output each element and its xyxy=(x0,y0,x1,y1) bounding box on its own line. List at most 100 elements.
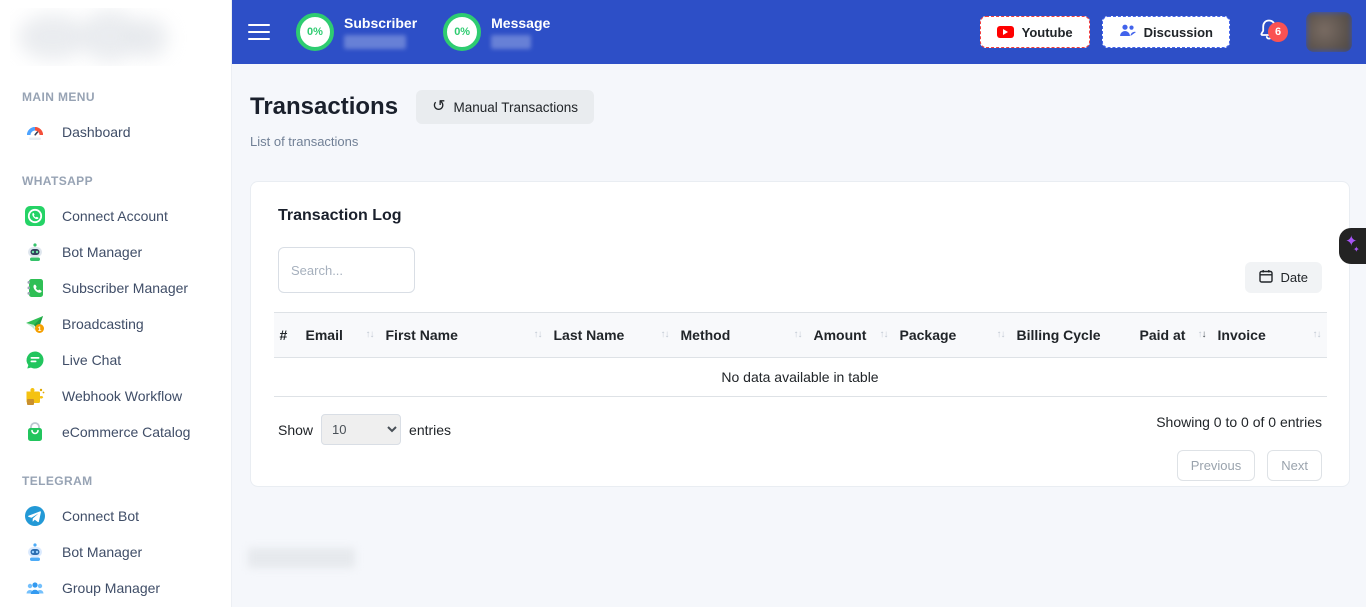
sidebar-item-group-manager[interactable]: Group Manager xyxy=(0,570,231,606)
entries-per-page-select[interactable]: 10 xyxy=(321,414,401,445)
date-button-label: Date xyxy=(1281,270,1308,285)
next-button[interactable]: Next xyxy=(1267,450,1322,481)
whatsapp-icon xyxy=(24,205,46,227)
telegram-icon xyxy=(24,505,46,527)
hamburger-menu-icon[interactable] xyxy=(248,19,270,45)
sidebar-item-label: Webhook Workflow xyxy=(62,388,182,404)
date-filter-button[interactable]: Date xyxy=(1245,262,1322,293)
search-input[interactable] xyxy=(278,247,415,293)
sort-icon-active: ↑↓ xyxy=(1198,329,1206,340)
sidebar-item-label: Dashboard xyxy=(62,124,131,140)
transaction-log-card: Transaction Log Date # Email↑↓ xyxy=(250,181,1350,487)
main-content: Transactions ↺ Manual Transactions List … xyxy=(232,64,1366,607)
sort-icon: ↑↓ xyxy=(997,329,1005,340)
sidebar-item-label: Bot Manager xyxy=(62,544,142,560)
subscriber-percent: 0% xyxy=(307,26,323,38)
group-icon xyxy=(24,577,46,599)
puzzle-icon xyxy=(24,385,46,407)
message-stat-value-blurred xyxy=(491,35,531,49)
message-progress-ring: 0% xyxy=(443,13,481,51)
column-header-index: # xyxy=(274,313,300,358)
contact-book-icon xyxy=(24,277,46,299)
sort-icon: ↑↓ xyxy=(661,329,669,340)
robot-icon-blue xyxy=(24,541,46,563)
top-header: 0% Subscriber 0% Message Youtube Discuss… xyxy=(232,0,1366,64)
calendar-icon xyxy=(1259,269,1273,286)
app-logo[interactable] xyxy=(10,8,221,66)
sparkle-small-icon: ✦ xyxy=(1353,245,1360,254)
message-percent: 0% xyxy=(454,26,470,38)
sidebar: MAIN MENU Dashboard WHATSAPP Connect Acc… xyxy=(0,0,232,607)
column-header-method[interactable]: Method↑↓ xyxy=(675,313,808,358)
subscriber-progress-ring: 0% xyxy=(296,13,334,51)
sidebar-item-bot-manager-whatsapp[interactable]: Bot Manager xyxy=(0,234,231,270)
empty-table-message: No data available in table xyxy=(274,358,1327,397)
sort-icon: ↑↓ xyxy=(534,329,542,340)
sidebar-item-label: Broadcasting xyxy=(62,316,144,332)
column-header-paid-at[interactable]: Paid at↑↓ xyxy=(1134,313,1212,358)
dashboard-gauge-icon xyxy=(24,121,46,143)
sidebar-item-label: Connect Account xyxy=(62,208,168,224)
robot-icon xyxy=(24,241,46,263)
shopping-bag-icon xyxy=(24,421,46,443)
sort-icon: ↑↓ xyxy=(1313,329,1321,340)
ai-assistant-button[interactable]: ✦ ✦ xyxy=(1339,228,1366,264)
section-label-whatsapp: WHATSAPP xyxy=(0,174,231,188)
discussion-button-label: Discussion xyxy=(1144,25,1213,40)
column-header-first-name[interactable]: First Name↑↓ xyxy=(380,313,548,358)
discussion-users-icon xyxy=(1119,24,1136,40)
column-header-billing-cycle[interactable]: Billing Cycle xyxy=(1011,313,1134,358)
page-subtitle: List of transactions xyxy=(250,134,1366,149)
sidebar-item-live-chat[interactable]: Live Chat xyxy=(0,342,231,378)
sidebar-item-label: Live Chat xyxy=(62,352,121,368)
card-title: Transaction Log xyxy=(278,207,1349,225)
message-stat-label: Message xyxy=(491,15,550,31)
transactions-table: # Email↑↓ First Name↑↓ Last Name↑↓ Metho… xyxy=(274,312,1327,397)
sidebar-item-broadcasting[interactable]: 1 Broadcasting xyxy=(0,306,231,342)
subscriber-stat-value-blurred xyxy=(344,35,406,49)
sidebar-item-connect-account[interactable]: Connect Account xyxy=(0,198,231,234)
sidebar-item-label: Group Manager xyxy=(62,580,160,596)
column-header-email[interactable]: Email↑↓ xyxy=(300,313,380,358)
youtube-button-label: Youtube xyxy=(1022,25,1073,40)
sidebar-item-ecommerce-catalog[interactable]: eCommerce Catalog xyxy=(0,414,231,450)
svg-text:1: 1 xyxy=(38,326,42,333)
sidebar-item-subscriber-manager[interactable]: Subscriber Manager xyxy=(0,270,231,306)
section-label-telegram: TELEGRAM xyxy=(0,474,231,488)
youtube-icon xyxy=(997,26,1014,38)
manual-transactions-label: Manual Transactions xyxy=(453,100,578,115)
sidebar-item-webhook-workflow[interactable]: Webhook Workflow xyxy=(0,378,231,414)
table-header-row: # Email↑↓ First Name↑↓ Last Name↑↓ Metho… xyxy=(274,313,1327,358)
footer-text-blurred xyxy=(248,548,355,568)
sidebar-item-dashboard[interactable]: Dashboard xyxy=(0,114,231,150)
sidebar-item-bot-manager-telegram[interactable]: Bot Manager xyxy=(0,534,231,570)
sort-icon: ↑↓ xyxy=(794,329,802,340)
showing-entries-text: Showing 0 to 0 of 0 entries xyxy=(1156,414,1322,430)
sort-icon: ↑↓ xyxy=(880,329,888,340)
discussion-button[interactable]: Discussion xyxy=(1102,16,1230,48)
sidebar-item-label: eCommerce Catalog xyxy=(62,424,190,440)
page-title: Transactions xyxy=(250,93,398,121)
message-stat: 0% Message xyxy=(443,13,550,51)
entries-label: entries xyxy=(409,422,451,438)
sidebar-item-label: Connect Bot xyxy=(62,508,139,524)
chat-bubble-icon xyxy=(24,349,46,371)
empty-table-row: No data available in table xyxy=(274,358,1327,397)
section-label-main-menu: MAIN MENU xyxy=(0,90,231,104)
youtube-button[interactable]: Youtube xyxy=(980,16,1090,48)
user-avatar[interactable] xyxy=(1306,12,1352,52)
sidebar-item-label: Subscriber Manager xyxy=(62,280,188,296)
sort-icon: ↑↓ xyxy=(366,329,374,340)
previous-button[interactable]: Previous xyxy=(1177,450,1256,481)
sidebar-item-connect-bot[interactable]: Connect Bot xyxy=(0,498,231,534)
sidebar-item-label: Bot Manager xyxy=(62,244,142,260)
column-header-amount[interactable]: Amount↑↓ xyxy=(808,313,894,358)
column-header-last-name[interactable]: Last Name↑↓ xyxy=(548,313,675,358)
show-label: Show xyxy=(278,422,313,438)
subscriber-stat-label: Subscriber xyxy=(344,15,417,31)
manual-transactions-button[interactable]: ↺ Manual Transactions xyxy=(416,90,594,124)
column-header-invoice[interactable]: Invoice↑↓ xyxy=(1212,313,1327,358)
column-header-package[interactable]: Package↑↓ xyxy=(894,313,1011,358)
history-icon: ↺ xyxy=(432,99,445,115)
notifications-button[interactable]: 6 xyxy=(1258,18,1280,47)
